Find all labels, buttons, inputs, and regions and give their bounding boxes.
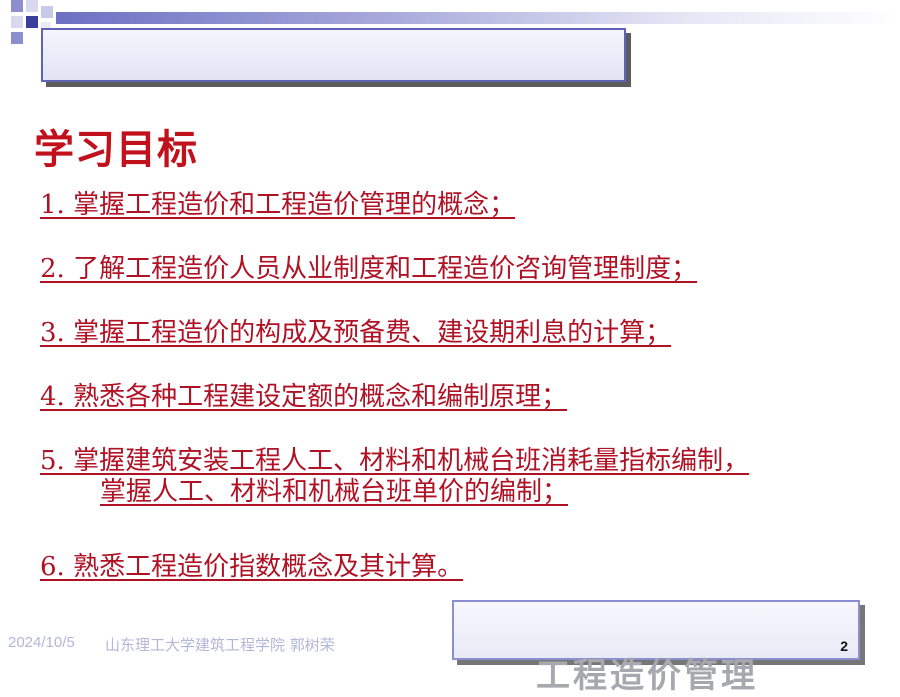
decor-square [11, 32, 23, 44]
objective-item: 1. 掌握工程造价和工程造价管理的概念； [40, 190, 515, 221]
objective-continuation: 掌握人工、材料和机械台班单价的编制； [100, 477, 569, 508]
footer-author: 山东理工大学建筑工程学院 郭树荣 [105, 636, 335, 654]
decor-square [11, 0, 23, 12]
decor-square [41, 6, 53, 18]
objective-text: 6. 熟悉工程造价指数概念及其计算。 [40, 552, 464, 582]
header-title-bar [41, 28, 626, 82]
objective-text: 4. 熟悉各种工程建设定额的概念和编制原理； [40, 382, 568, 412]
objective-text: 2. 了解工程造价人员从业制度和工程造价咨询管理制度； [40, 254, 698, 284]
objective-item: 4. 熟悉各种工程建设定额的概念和编制原理； [40, 382, 567, 413]
slide-title: 学习目标 [34, 127, 198, 173]
decor-square [26, 0, 38, 12]
footer-date: 2024/10/5 [8, 634, 75, 651]
page-number: 2 [840, 638, 848, 654]
objective-text: 5. 掌握建筑安装工程人工、材料和机械台班消耗量指标编制， [40, 446, 750, 476]
objective-text: 3. 掌握工程造价的构成及预备费、建设期利息的计算； [40, 318, 672, 348]
objective-item: 3. 掌握工程造价的构成及预备费、建设期利息的计算； [40, 318, 671, 349]
decor-square [26, 16, 38, 28]
objective-item: 2. 了解工程造价人员从业制度和工程造价咨询管理制度； [40, 254, 697, 285]
course-title-ghost: 工程造价管理 [536, 656, 758, 696]
header-gradient-band [56, 12, 900, 24]
objective-item: 5. 掌握建筑安装工程人工、材料和机械台班消耗量指标编制， 掌握人工、材料和机械… [40, 446, 749, 508]
decor-square [11, 16, 23, 28]
objective-text: 1. 掌握工程造价和工程造价管理的概念； [40, 190, 516, 220]
objective-item: 6. 熟悉工程造价指数概念及其计算。 [40, 552, 463, 583]
